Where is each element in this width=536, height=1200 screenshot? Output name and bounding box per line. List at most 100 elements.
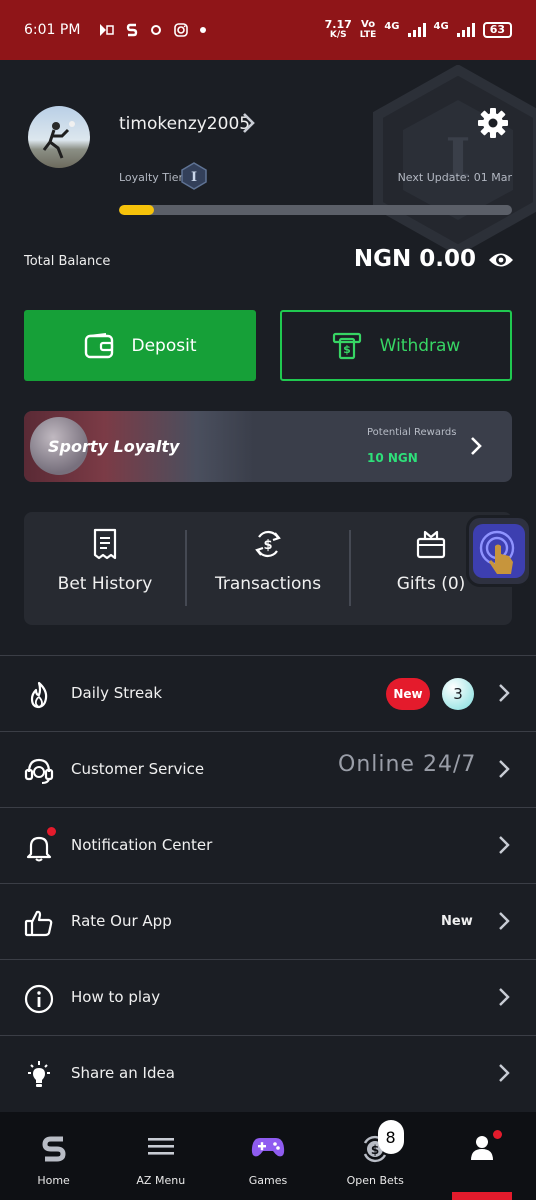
menu-label: Customer Service [71, 760, 205, 778]
lightbulb-icon [28, 1061, 50, 1087]
menu-label: How to play [71, 988, 161, 1006]
sporty-notification-icon [127, 23, 138, 37]
menu-item-rate-our-app[interactable]: Rate Our App New [0, 883, 536, 959]
chevron-right-icon [499, 912, 510, 930]
nav-label: Open Bets [346, 1174, 404, 1187]
wallet-icon [84, 332, 113, 358]
menu-label: Rate Our App [71, 912, 172, 930]
potential-rewards-value: 10 NGN [367, 451, 418, 465]
nav-az-menu[interactable]: AZ Menu [107, 1112, 214, 1200]
new-badge: New [386, 678, 430, 710]
menu-item-how-to-play[interactable]: How to play [0, 959, 536, 1035]
menu-item-daily-streak[interactable]: Daily Streak New 3 [0, 655, 536, 731]
sporty-logo-icon [42, 1136, 66, 1162]
nav-label: Games [248, 1174, 288, 1187]
chevron-right-icon [499, 988, 510, 1006]
loyalty-tier-label: Loyalty Tier: [119, 171, 187, 184]
svg-text:I: I [191, 170, 197, 185]
tier-progress-bar [119, 205, 512, 215]
headset-icon [24, 758, 54, 784]
open-bets-count-badge: 8 [377, 1120, 404, 1154]
menu-item-customer-service[interactable]: Customer Service Online 24/7 [0, 731, 536, 807]
flame-icon [30, 681, 48, 709]
active-tab-indicator [452, 1192, 512, 1200]
system-indicators: 7.17 K/S Vo LTE 4G 4G 63 [324, 18, 512, 41]
account-menu-list: Daily Streak New 3 Customer Service Onli… [0, 655, 536, 1111]
instagram-icon [174, 23, 189, 37]
menu-label: Daily Streak [71, 684, 163, 702]
signal-1-icon [407, 23, 426, 37]
username[interactable]: timokenzy2005 [119, 114, 250, 134]
bottom-navigation: Home AZ Menu Games $ 8 Open Bets [0, 1112, 536, 1200]
new-tag: New [441, 914, 473, 929]
cash-withdraw-icon: $ [332, 332, 361, 359]
gamepad-icon [251, 1138, 285, 1157]
loyalty-chevron-icon [471, 437, 482, 455]
chevron-right-icon [499, 836, 510, 854]
profile-icon [471, 1136, 494, 1160]
menu-label: Share an Idea [71, 1064, 175, 1082]
circle-notification-icon [151, 25, 162, 35]
unread-dot [47, 827, 56, 836]
thumbs-up-icon [24, 910, 53, 937]
network-type-1: 4G [384, 21, 400, 32]
gift-icon [416, 530, 446, 559]
nav-label: AZ Menu [136, 1174, 186, 1187]
bet-history-button[interactable]: Bet History [24, 512, 186, 625]
quick-actions-card: Bet History $ Transactions Gifts (0) [24, 512, 512, 625]
tier-badge-icon[interactable]: I [180, 162, 208, 190]
total-balance-label: Total Balance [24, 254, 111, 269]
profile-alert-dot [492, 1130, 502, 1139]
tier-hexagon-emblem: I [373, 65, 536, 255]
tap-gesture-icon [473, 524, 525, 578]
transactions-button[interactable]: $ Transactions [187, 512, 349, 625]
eye-icon[interactable] [488, 248, 514, 272]
money-transfer-icon: $ [255, 530, 281, 558]
status-bar: 6:01 PM 7.17 K/S Vo LTE 4G 4G 63 [0, 0, 536, 60]
nav-label: Home [37, 1174, 70, 1187]
chevron-right-icon [499, 1064, 510, 1082]
gifts-label: Gifts (0) [396, 574, 466, 594]
chevron-right-icon [499, 684, 510, 702]
receipt-icon [93, 528, 117, 560]
svg-text:$: $ [263, 538, 272, 553]
withdraw-label: Withdraw [379, 335, 461, 356]
streak-count-badge: 3 [442, 678, 474, 710]
transactions-label: Transactions [214, 574, 322, 594]
info-icon [24, 984, 54, 1014]
menu-item-share-an-idea[interactable]: Share an Idea [0, 1035, 536, 1111]
next-update-label: Next Update: 01 Mar [397, 171, 512, 184]
menu-label: Notification Center [71, 836, 213, 854]
total-balance-value: NGN 0.00 [353, 246, 476, 272]
nav-open-bets[interactable]: $ 8 Open Bets [322, 1112, 429, 1200]
bell-icon [26, 836, 52, 862]
volte-indicator: Vo LTE [359, 19, 377, 41]
notification-icons [98, 23, 207, 37]
network-type-2: 4G [433, 21, 449, 32]
app-notification-icon [100, 24, 115, 36]
tier-progress-fill [119, 205, 155, 215]
deposit-label: Deposit [131, 335, 197, 356]
deposit-button[interactable]: Deposit [24, 310, 256, 381]
nav-games[interactable]: Games [214, 1112, 321, 1200]
sporty-loyalty-banner[interactable]: Sporty Loyalty Potential Rewards 10 NGN [24, 411, 512, 482]
service-hours-status: Online 24/7 [338, 752, 477, 777]
nav-me[interactable] [429, 1112, 536, 1200]
hamburger-icon [147, 1138, 174, 1155]
status-time: 6:01 PM [24, 22, 81, 38]
battery-indicator: 63 [482, 22, 512, 38]
menu-item-notification-center[interactable]: Notification Center [0, 807, 536, 883]
avatar[interactable] [28, 106, 90, 168]
settings-gear-icon[interactable] [476, 106, 510, 140]
floating-assistant-button[interactable] [466, 515, 532, 587]
loyalty-brand: Sporty Loyalty [48, 437, 180, 456]
potential-rewards-label: Potential Rewards [367, 427, 457, 438]
net-speed: 7.17 K/S [324, 18, 352, 40]
signal-2-icon [456, 23, 475, 37]
svg-text:$: $ [343, 343, 351, 356]
profile-chevron-icon[interactable] [238, 110, 258, 136]
nav-home[interactable]: Home [0, 1112, 107, 1200]
chevron-right-icon [499, 760, 510, 778]
withdraw-button[interactable]: $ Withdraw [280, 310, 512, 381]
bet-history-label: Bet History [57, 574, 153, 594]
